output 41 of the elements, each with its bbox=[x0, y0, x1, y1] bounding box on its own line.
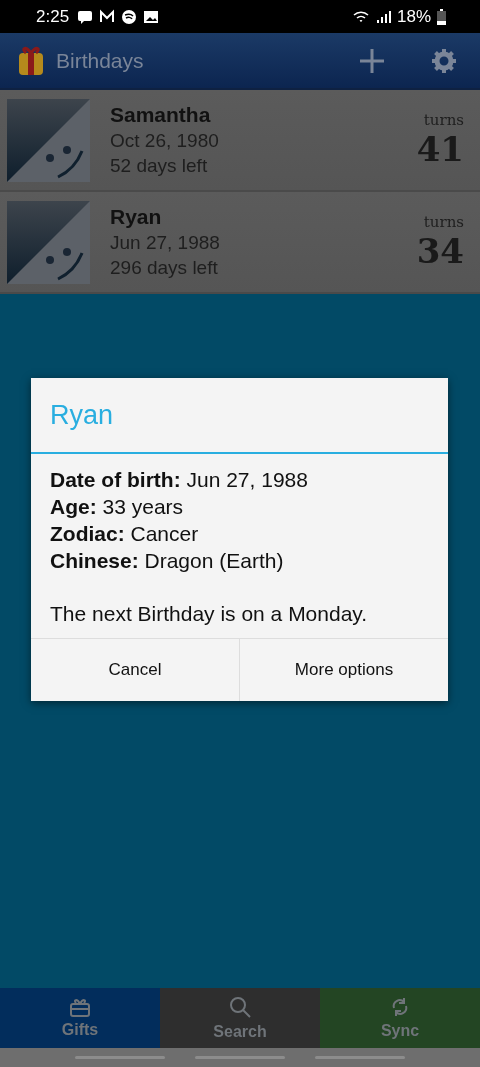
dialog-button[interactable]: Cancel bbox=[31, 639, 239, 701]
mail-icon bbox=[99, 8, 116, 25]
age-number: 41 bbox=[416, 129, 464, 169]
turns-label: turns bbox=[423, 213, 464, 231]
nav-tab[interactable]: Sync bbox=[320, 988, 480, 1048]
battery-icon bbox=[437, 8, 446, 25]
days-left: 52 days left bbox=[110, 155, 209, 177]
birthday-row[interactable]: Samantha Oct 26, 1980 52 days left turns 41 bbox=[0, 90, 480, 192]
person-name: Samantha bbox=[110, 103, 212, 127]
nav-tab[interactable]: Gifts bbox=[0, 988, 160, 1048]
wifi-icon bbox=[352, 8, 369, 25]
message-icon bbox=[77, 8, 94, 25]
search-icon bbox=[228, 995, 252, 1019]
sync-icon bbox=[390, 996, 410, 1018]
music-icon bbox=[121, 8, 138, 25]
dialog-title: Ryan bbox=[31, 378, 448, 454]
next-birthday-note: The next Birthday is on a Monday. bbox=[50, 601, 369, 627]
turns-label: turns bbox=[423, 111, 464, 129]
settings-icon[interactable] bbox=[432, 48, 456, 73]
avatar-icon bbox=[7, 98, 90, 182]
detail-line: Zodiac: Cancer bbox=[50, 521, 200, 547]
detail-line: Chinese: Dragon (Earth) bbox=[50, 548, 285, 574]
birth-date: Oct 26, 1980 bbox=[110, 130, 220, 152]
gift-icon bbox=[16, 44, 46, 77]
clock: 2:25 bbox=[36, 6, 70, 27]
avatar-icon bbox=[7, 200, 90, 284]
app-title: Birthdays bbox=[56, 48, 145, 73]
days-left: 296 days left bbox=[110, 257, 219, 279]
image-icon bbox=[143, 8, 160, 25]
dialog-button[interactable]: More options bbox=[239, 639, 448, 701]
birth-date: Jun 27, 1988 bbox=[110, 232, 221, 254]
gift-icon bbox=[69, 997, 91, 1017]
detail-line: Date of birth: Jun 27, 1988 bbox=[50, 467, 309, 493]
nav-tab[interactable]: Search bbox=[160, 988, 320, 1048]
person-name: Ryan bbox=[110, 205, 163, 229]
birthday-row[interactable]: Ryan Jun 27, 1988 296 days left turns 34 bbox=[0, 192, 480, 294]
battery-level: 18% bbox=[396, 6, 431, 27]
add-icon[interactable] bbox=[360, 48, 384, 73]
signal-icon bbox=[374, 8, 391, 25]
age-number: 34 bbox=[416, 231, 464, 271]
detail-line: Age: 33 years bbox=[50, 494, 185, 520]
